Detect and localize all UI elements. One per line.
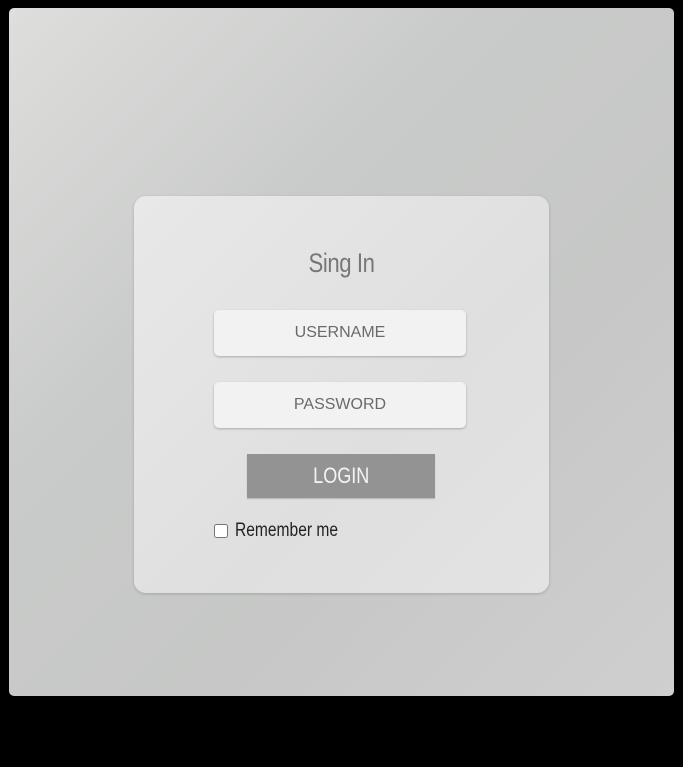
username-input[interactable] <box>214 310 466 356</box>
login-title: Sing In <box>308 248 375 278</box>
remember-me[interactable]: Remember me <box>214 519 361 543</box>
page-background: Sing In LOGIN Remember me <box>9 8 674 696</box>
login-card: Sing In LOGIN Remember me <box>134 196 549 593</box>
login-button[interactable]: LOGIN <box>247 454 435 498</box>
password-input[interactable] <box>214 382 466 428</box>
remember-me-checkbox[interactable] <box>214 524 228 538</box>
remember-me-label[interactable]: Remember me <box>235 520 338 542</box>
login-button-label: LOGIN <box>312 463 370 488</box>
